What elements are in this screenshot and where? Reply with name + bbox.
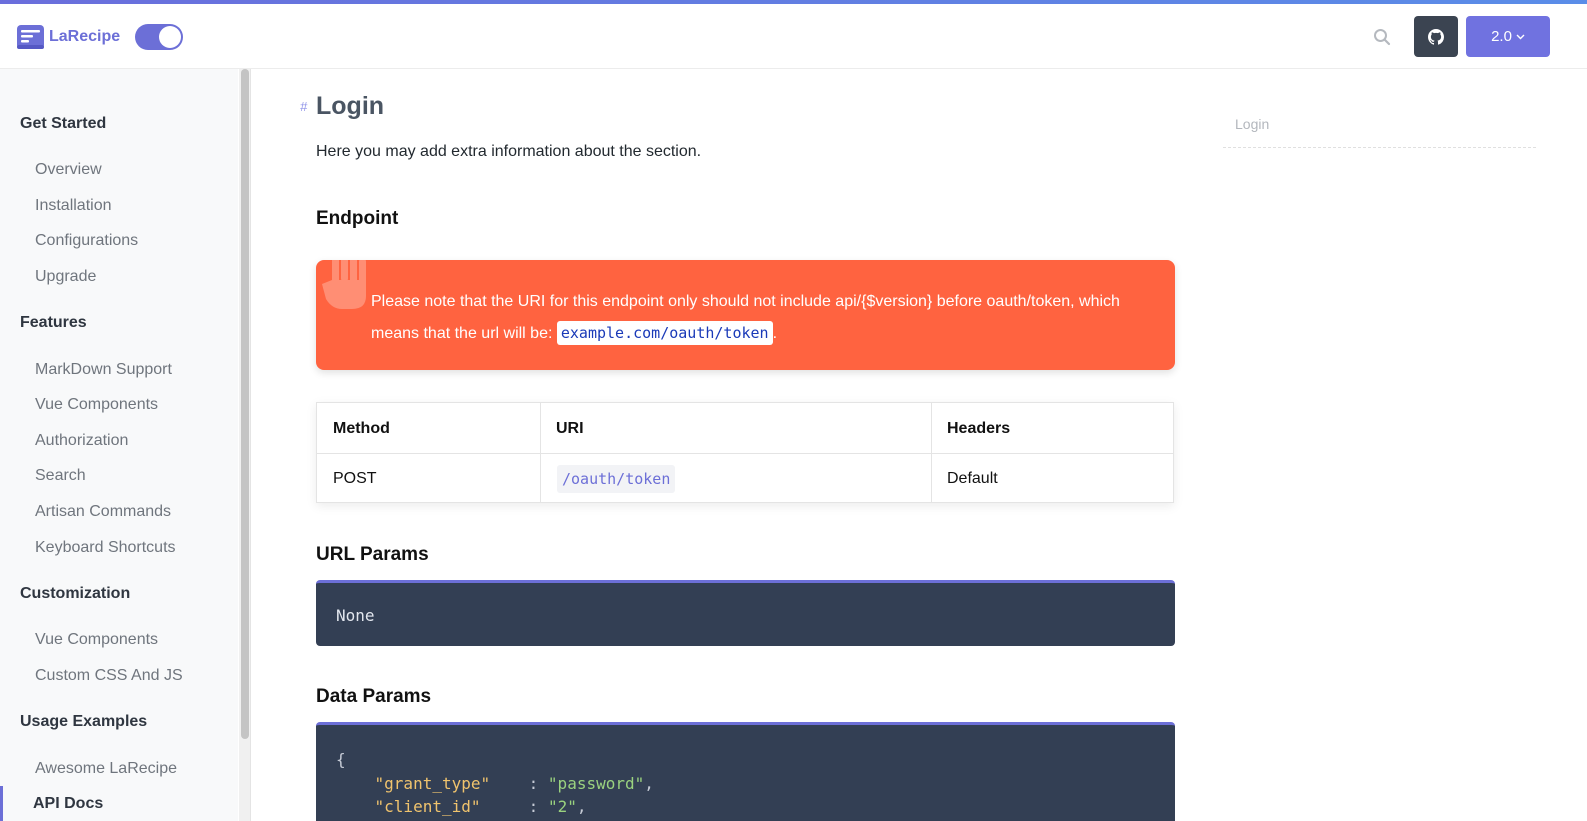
code-line: "grant_type" : "password", bbox=[336, 774, 654, 793]
github-icon bbox=[1428, 28, 1444, 45]
code-key: "grant_type" bbox=[374, 774, 491, 793]
url-params-code-block: None bbox=[316, 580, 1175, 646]
code-comma: , bbox=[644, 774, 654, 793]
section-description: Here you may add extra information about… bbox=[316, 143, 702, 160]
sidebar-item-keyboard-shortcuts[interactable]: Keyboard Shortcuts bbox=[35, 539, 176, 557]
sidebar-item-artisan-commands[interactable]: Artisan Commands bbox=[35, 503, 171, 521]
top-navbar: LaRecipe 2.0 bbox=[0, 4, 1587, 69]
sidebar-scroll-thumb[interactable] bbox=[241, 69, 249, 739]
code-separator: : bbox=[490, 774, 548, 793]
sidebar-scrollbar[interactable] bbox=[239, 69, 251, 821]
sidebar-item-custom-vue-components[interactable]: Vue Components bbox=[35, 631, 158, 649]
chevron-down-icon bbox=[1516, 34, 1525, 39]
url-params-value: None bbox=[336, 606, 375, 625]
table-cell-method: POST bbox=[333, 470, 377, 487]
sidebar-item-upgrade[interactable]: Upgrade bbox=[35, 268, 96, 286]
sidebar-section-features: Features bbox=[20, 314, 87, 331]
toggle-knob bbox=[159, 26, 181, 48]
toc-item-login[interactable]: Login bbox=[1235, 116, 1269, 132]
heading-anchor-link[interactable]: # bbox=[300, 99, 307, 114]
table-of-contents: Login bbox=[1223, 104, 1536, 148]
theme-toggle[interactable] bbox=[135, 24, 183, 50]
table-cell-headers: Default bbox=[947, 470, 998, 487]
table-header-method: Method bbox=[333, 420, 390, 437]
page-title: Login bbox=[316, 92, 385, 120]
sidebar-section-usage-examples: Usage Examples bbox=[20, 713, 148, 730]
table-row-divider bbox=[317, 453, 1173, 454]
sidebar-section-customization: Customization bbox=[20, 585, 131, 602]
sidebar-item-vue-components[interactable]: Vue Components bbox=[35, 396, 158, 414]
sidebar-item-search[interactable]: Search bbox=[35, 467, 86, 485]
table-cell-uri: /oauth/token bbox=[557, 465, 676, 493]
data-params-heading: Data Params bbox=[316, 686, 432, 707]
search-icon[interactable] bbox=[1371, 26, 1393, 48]
table-header-headers: Headers bbox=[947, 420, 1011, 437]
sidebar-section-get-started: Get Started bbox=[20, 115, 107, 132]
sidebar-item-installation[interactable]: Installation bbox=[35, 197, 112, 215]
code-line: "client_id" : "2", bbox=[336, 797, 587, 816]
stop-hand-icon bbox=[322, 260, 366, 309]
sidebar-item-custom-css-and-js[interactable]: Custom CSS And JS bbox=[35, 667, 183, 685]
recipe-logo-icon bbox=[17, 25, 44, 49]
sidebar-item-overview[interactable]: Overview bbox=[35, 161, 102, 179]
code-value: "password" bbox=[547, 774, 645, 793]
sidebar-item-authorization[interactable]: Authorization bbox=[35, 432, 128, 450]
code-comma: , bbox=[576, 797, 587, 816]
url-params-heading: URL Params bbox=[316, 544, 429, 565]
sidebar-item-markdown-support[interactable]: MarkDown Support bbox=[35, 361, 172, 379]
alert-code: example.com/oauth/token bbox=[556, 321, 773, 345]
github-button[interactable] bbox=[1414, 16, 1458, 57]
sidebar-item-api-docs[interactable]: API Docs bbox=[33, 795, 103, 813]
code-value: "2" bbox=[547, 797, 577, 816]
danger-alert: Please note that the URI for this endpoi… bbox=[316, 260, 1175, 370]
code-open-brace: { bbox=[336, 750, 346, 769]
endpoint-heading: Endpoint bbox=[316, 208, 399, 229]
table-header-uri: URI bbox=[556, 420, 584, 437]
data-params-code-block: { "grant_type" : "password", "client_id"… bbox=[316, 722, 1175, 821]
alert-message: Please note that the URI for this endpoi… bbox=[371, 286, 1151, 350]
sidebar-item-configurations[interactable]: Configurations bbox=[35, 232, 138, 250]
code-separator: : bbox=[480, 797, 548, 816]
endpoint-table: Method URI Headers POST /oauth/token Def… bbox=[316, 402, 1174, 503]
brand[interactable]: LaRecipe bbox=[16, 23, 120, 51]
sidebar-active-indicator bbox=[0, 786, 3, 821]
alert-text-after: . bbox=[772, 325, 778, 342]
version-label: 2.0 bbox=[1491, 28, 1512, 45]
code-key: "client_id" bbox=[374, 797, 481, 816]
brand-name: LaRecipe bbox=[49, 28, 121, 45]
sidebar-item-awesome-larecipe[interactable]: Awesome LaRecipe bbox=[35, 760, 177, 778]
version-dropdown[interactable]: 2.0 bbox=[1466, 16, 1550, 57]
